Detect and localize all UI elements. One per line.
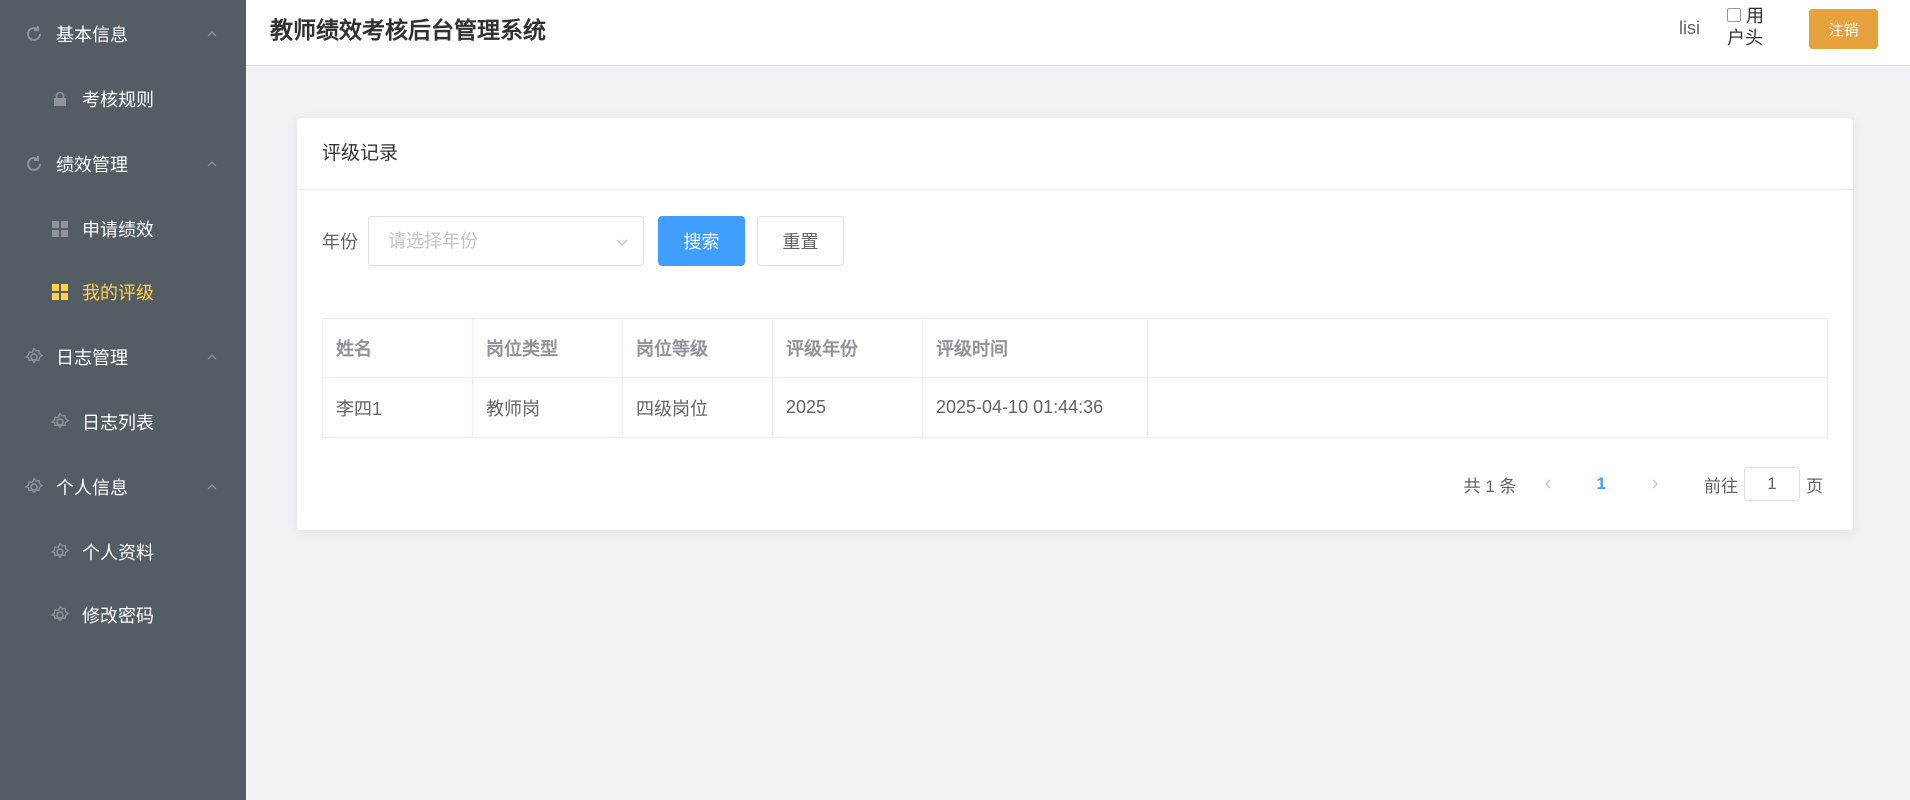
sidebar: 基本信息 考核规则 绩效管理 申请绩效 我的评级 日志管理 日志列表 个人信息 … — [0, 0, 246, 800]
next-page-button[interactable] — [1644, 473, 1666, 495]
sidebar-item-apply-performance[interactable]: 申请绩效 — [0, 197, 246, 260]
gear-icon — [24, 346, 44, 367]
gear-icon — [50, 411, 70, 432]
menu-group-title-logs[interactable]: 日志管理 — [0, 323, 246, 390]
grid-icon — [50, 219, 70, 239]
menu-group-title-basic-info[interactable]: 基本信息 — [0, 0, 246, 67]
table-cell: 教师岗 — [473, 378, 623, 437]
gear-icon — [24, 476, 44, 497]
refresh-icon — [24, 24, 44, 44]
page-suffix-label: 页 — [1806, 476, 1823, 496]
sidebar-item-label: 日志列表 — [82, 412, 154, 433]
filter-bar: 年份 搜索 重置 — [322, 216, 844, 266]
top-header: 教师绩效考核后台管理系统 lisi 用 户头 注销 — [246, 0, 1910, 66]
avatar-alt-text-line2: 户头 — [1727, 28, 1763, 48]
rating-table: 姓名 岗位类型 岗位等级 评级年份 评级时间 李四1 教师岗 四级岗位 2025… — [322, 318, 1828, 438]
app-title: 教师绩效考核后台管理系统 — [270, 17, 546, 43]
sidebar-item-profile[interactable]: 个人资料 — [0, 520, 246, 583]
table-filler-cell — [1148, 319, 1827, 377]
column-header-post-level[interactable]: 岗位等级 — [623, 319, 773, 377]
table-header-row: 姓名 岗位类型 岗位等级 评级年份 评级时间 — [323, 319, 1827, 378]
table-cell: 2025-04-10 01:44:36 — [923, 378, 1148, 437]
broken-image-icon — [1727, 8, 1741, 22]
goto-label: 前往 — [1704, 476, 1738, 496]
menu-group-title-performance[interactable]: 绩效管理 — [0, 130, 246, 197]
sidebar-item-label: 个人资料 — [82, 542, 154, 563]
chevron-up-icon — [207, 483, 217, 489]
gear-icon — [50, 604, 70, 625]
menu-group-label: 个人信息 — [56, 477, 128, 498]
page-number-current[interactable]: 1 — [1597, 474, 1606, 494]
chevron-up-icon — [207, 30, 217, 36]
username: lisi — [1679, 18, 1700, 38]
avatar[interactable]: 用 户头 — [1727, 5, 1779, 51]
gear-icon — [50, 541, 70, 562]
table-cell: 2025 — [773, 378, 923, 437]
sidebar-item-log-list[interactable]: 日志列表 — [0, 390, 246, 453]
menu-group-personal-info: 个人信息 个人资料 修改密码 — [0, 453, 246, 646]
year-label: 年份 — [322, 232, 358, 252]
column-header-name[interactable]: 姓名 — [323, 319, 473, 377]
prev-page-button[interactable] — [1537, 473, 1559, 495]
menu-group-label: 绩效管理 — [56, 154, 128, 175]
column-header-rating-year[interactable]: 评级年份 — [773, 319, 923, 377]
sidebar-item-label: 申请绩效 — [82, 219, 154, 240]
menu-group-label: 基本信息 — [56, 24, 128, 45]
sidebar-item-my-rating[interactable]: 我的评级 — [0, 260, 246, 323]
refresh-icon — [24, 154, 44, 174]
pagination-total: 共 1 条 — [1463, 476, 1517, 496]
pagination: 共 1 条 1 前往 页 — [1464, 466, 1823, 502]
menu-group-logs: 日志管理 日志列表 — [0, 323, 246, 453]
chevron-right-icon — [1652, 479, 1658, 489]
sidebar-item-label: 我的评级 — [82, 282, 154, 303]
reset-button[interactable]: 重置 — [757, 216, 844, 266]
lock-icon — [50, 89, 70, 109]
chevron-up-icon — [207, 353, 217, 359]
chevron-up-icon — [207, 160, 217, 166]
table-cell: 四级岗位 — [623, 378, 773, 437]
menu-group-title-personal-info[interactable]: 个人信息 — [0, 453, 246, 520]
table-cell: 李四1 — [323, 378, 473, 437]
logout-button[interactable]: 注销 — [1809, 9, 1878, 49]
column-header-rating-time[interactable]: 评级时间 — [923, 319, 1148, 377]
sidebar-item-label: 修改密码 — [82, 605, 154, 626]
table-filler-cell — [1148, 378, 1827, 437]
avatar-alt-text-line1: 用 — [1746, 6, 1765, 26]
card-title: 评级记录 — [297, 118, 1853, 190]
chevron-left-icon — [1544, 479, 1551, 489]
sidebar-item-assessment-rules[interactable]: 考核规则 — [0, 67, 246, 130]
sidebar-item-label: 考核规则 — [82, 89, 154, 110]
sidebar-item-change-password[interactable]: 修改密码 — [0, 583, 246, 646]
search-button[interactable]: 搜索 — [658, 216, 745, 266]
column-header-post-type[interactable]: 岗位类型 — [473, 319, 623, 377]
grid-icon — [50, 282, 70, 302]
table-row[interactable]: 李四1 教师岗 四级岗位 2025 2025-04-10 01:44:36 — [323, 378, 1827, 437]
year-select-input[interactable] — [369, 217, 643, 265]
menu-group-performance: 绩效管理 申请绩效 我的评级 — [0, 130, 246, 323]
chevron-down-icon — [616, 239, 628, 246]
menu-group-basic-info: 基本信息 考核规则 — [0, 0, 246, 130]
year-select[interactable] — [368, 216, 644, 266]
rating-records-card: 评级记录 年份 搜索 重置 姓名 岗位类型 岗位等级 评级年份 评级时间 李四1… — [297, 118, 1853, 530]
menu-group-label: 日志管理 — [56, 347, 128, 368]
goto-page-input[interactable] — [1744, 467, 1800, 501]
